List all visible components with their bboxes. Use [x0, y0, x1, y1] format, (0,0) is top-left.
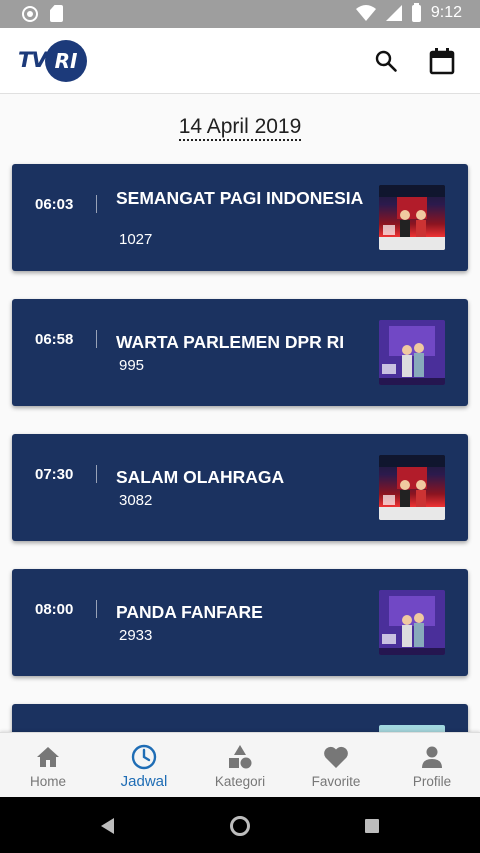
nav-home[interactable]: Home	[0, 733, 96, 797]
program-view-count: 3082	[119, 492, 153, 509]
program-card[interactable]: 06:03 SEMANGAT PAGI INDONESIA 1027	[12, 164, 468, 271]
back-button[interactable]	[97, 815, 119, 837]
program-view-count: 1027	[119, 231, 153, 248]
calendar-button[interactable]	[424, 44, 460, 78]
program-thumbnail	[379, 455, 445, 520]
home-system-button[interactable]	[229, 815, 251, 837]
status-bar: 9:12	[0, 0, 480, 28]
program-title: SEMANGAT PAGI INDONESIA	[116, 188, 364, 208]
tvri-logo[interactable]: TV RI	[18, 39, 90, 82]
program-time: 06:58	[35, 331, 74, 348]
home-icon	[35, 744, 61, 770]
program-card[interactable]: 06:58 WARTA PARLEMEN DPR RI 995	[12, 299, 468, 406]
search-icon	[375, 50, 397, 72]
schedule-date[interactable]: 14 April 2019	[0, 115, 480, 141]
status-time: 9:12	[430, 4, 462, 21]
nav-kategori-label: Kategori	[214, 774, 266, 789]
program-card[interactable]: 07:30 SALAM OLAHRAGA 3082	[12, 434, 468, 541]
nav-jadwal-label: Jadwal	[120, 773, 168, 790]
program-card[interactable]: 08:00 PANDA FANFARE 2933	[12, 569, 468, 676]
program-thumbnail	[379, 320, 445, 385]
calendar-icon	[429, 48, 455, 75]
battery-icon	[411, 2, 421, 22]
wifi-icon	[355, 5, 376, 21]
nav-favorite-label: Favorite	[311, 774, 361, 789]
program-title: SALAM OLAHRAGA	[116, 467, 285, 487]
program-view-count: 2933	[119, 627, 153, 644]
recents-square-icon	[365, 819, 379, 833]
program-title: WARTA PARLEMEN DPR RI	[116, 332, 345, 352]
nav-profile-label: Profile	[412, 774, 452, 789]
person-icon	[419, 744, 445, 770]
sync-notification-icon	[22, 5, 38, 22]
program-divider	[96, 330, 97, 348]
program-time: 06:03	[35, 196, 74, 213]
nav-kategori[interactable]: Kategori	[192, 733, 288, 797]
back-triangle-icon	[101, 818, 114, 834]
program-divider	[96, 600, 97, 618]
nav-home-label: Home	[29, 774, 66, 789]
sd-card-icon	[50, 5, 63, 22]
program-time: 08:00	[35, 601, 74, 618]
program-time: 07:30	[35, 466, 74, 483]
search-button[interactable]	[368, 44, 404, 78]
program-thumbnail	[379, 590, 445, 655]
shapes-icon	[227, 744, 253, 770]
program-thumbnail	[379, 185, 445, 250]
signal-icon	[385, 5, 402, 21]
program-divider	[96, 195, 97, 213]
program-title: PANDA FANFARE	[116, 602, 263, 622]
schedule-date-text: 14 April 2019	[178, 115, 302, 141]
app-bar: TV RI	[0, 28, 480, 94]
heart-icon	[323, 744, 349, 770]
bottom-navigation: Home Jadwal Kategori Favorite Profile	[0, 732, 480, 797]
home-circle-icon	[230, 816, 250, 836]
program-view-count: 995	[119, 357, 145, 374]
nav-jadwal[interactable]: Jadwal	[96, 733, 192, 797]
nav-profile[interactable]: Profile	[384, 733, 480, 797]
nav-favorite[interactable]: Favorite	[288, 733, 384, 797]
program-divider	[96, 465, 97, 483]
logo-tv-text: TV	[18, 48, 48, 72]
system-navigation-bar	[0, 797, 480, 853]
logo-ri-circle: RI	[45, 40, 87, 82]
recents-button[interactable]	[361, 815, 383, 837]
clock-icon	[131, 744, 157, 770]
